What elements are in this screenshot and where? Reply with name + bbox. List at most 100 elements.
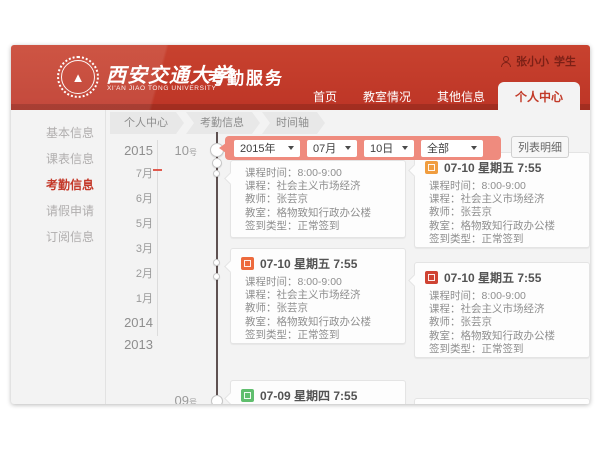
field-label: 课程时间：: [245, 167, 298, 179]
breadcrumb-timeline[interactable]: 时间轴: [262, 112, 325, 134]
field-label: 签到类型：: [245, 220, 298, 232]
field-value: 格物致知行政办公楼: [461, 220, 556, 232]
user-info[interactable]: 张小小 学生: [501, 53, 576, 69]
field-value: 格物致知行政办公楼: [277, 316, 372, 328]
attendance-card: 07-09 星期四 7:55: [230, 380, 406, 404]
timeline-node-small-1: [213, 170, 220, 177]
field-value: 正常签到: [298, 329, 340, 341]
field-value: 正常签到: [298, 220, 340, 232]
field-label: 教室：: [429, 330, 461, 342]
scale-year-2014[interactable]: 2014: [113, 315, 153, 330]
current-month-tick: [153, 169, 162, 171]
breadcrumb-personal-center[interactable]: 个人中心: [110, 112, 184, 134]
type-select-value: 全部: [427, 140, 449, 156]
day-select-value: 10日: [370, 140, 393, 156]
nav-personal-center[interactable]: 个人中心: [498, 82, 580, 110]
month-select-value: 07月: [313, 140, 336, 156]
date-scale: 2015 7月 6月 5月 3月 2月 1月 2014 2013: [113, 143, 153, 359]
day-label-10: 10号: [159, 143, 197, 158]
calendar-stamp-icon: [425, 161, 438, 174]
app-window: ▲ 西安交通大学 XI'AN JIAO TONG UNIVERSITY 考勤服务…: [11, 45, 590, 404]
university-name-en: XI'AN JIAO TONG UNIVERSITY: [107, 85, 216, 92]
card-title: 07-10 星期五 7:55: [260, 255, 357, 272]
main-nav: 首页 教室情况 其他信息 个人中心: [300, 82, 580, 110]
timeline-node-day09: [211, 395, 223, 404]
field-value: 社会主义市场经济: [277, 180, 361, 192]
breadcrumb-attendance[interactable]: 考勤信息: [186, 112, 260, 134]
scale-month-jan[interactable]: 1月: [113, 290, 153, 306]
field-value: 8:00-9:00: [482, 180, 526, 192]
calendar-stamp-icon: [425, 271, 438, 284]
field-label: 教室：: [245, 207, 277, 219]
field-label: 签到类型：: [245, 329, 298, 341]
field-label: 课程时间：: [429, 290, 482, 302]
field-value: 格物致知行政办公楼: [461, 330, 556, 342]
field-value: 社会主义市场经济: [277, 289, 361, 301]
scale-month-jul[interactable]: 7月: [113, 165, 153, 181]
scale-year-2015[interactable]: 2015: [113, 143, 153, 158]
breadcrumb: 个人中心 考勤信息 时间轴: [110, 112, 327, 134]
user-icon: [501, 56, 511, 67]
user-name: 张小小: [516, 53, 549, 69]
field-label: 教师：: [429, 206, 461, 218]
sidebar-item-subscription[interactable]: 订阅信息: [11, 224, 105, 250]
field-value: 8:00-9:00: [298, 167, 342, 179]
app-header: ▲ 西安交通大学 XI'AN JIAO TONG UNIVERSITY 考勤服务…: [11, 45, 590, 110]
card-title: 07-10 星期五 7:55: [444, 269, 541, 286]
year-select[interactable]: 2015年: [234, 140, 300, 157]
attendance-card: 07-10 星期五 7:55 课程时间：8:00-9:00 课程：社会主义市场经…: [414, 262, 590, 358]
app-title: 考勤服务: [208, 64, 284, 89]
field-label: 教师：: [429, 316, 461, 328]
sidebar-item-attendance[interactable]: 考勤信息: [11, 172, 105, 198]
scale-month-may[interactable]: 5月: [113, 215, 153, 231]
seal-glyph: ▲: [72, 71, 85, 84]
nav-other-info[interactable]: 其他信息: [424, 83, 498, 110]
timeline-node-small-3: [213, 273, 220, 280]
type-select[interactable]: 全部: [421, 140, 483, 157]
sidebar-item-timetable[interactable]: 课表信息: [11, 146, 105, 172]
attendance-card: 课程时间：8:00-9:00 课程：社会主义市场经济 教师：张芸京 教室：格物致…: [230, 160, 406, 238]
nav-home[interactable]: 首页: [300, 83, 350, 110]
year-select-value: 2015年: [240, 140, 275, 156]
day-label-09: 09号: [159, 393, 197, 404]
field-value: 8:00-9:00: [298, 276, 342, 288]
field-label: 教师：: [245, 193, 277, 205]
field-label: 课程：: [245, 289, 277, 301]
list-detail-button[interactable]: 列表明细: [511, 136, 569, 158]
scale-year-2013[interactable]: 2013: [113, 337, 153, 352]
sidebar-item-basic-info[interactable]: 基本信息: [11, 120, 105, 146]
scale-month-feb[interactable]: 2月: [113, 265, 153, 281]
field-value: 正常签到: [482, 343, 524, 355]
field-label: 课程：: [245, 180, 277, 192]
filter-bar: 2015年 07月 10日 全部: [225, 136, 501, 160]
timeline-node-medium: [212, 158, 222, 168]
field-value: 张芸京: [277, 302, 309, 314]
sidebar-item-leave-request[interactable]: 请假申请: [11, 198, 105, 224]
field-value: 张芸京: [461, 206, 493, 218]
sidebar: 基本信息 课表信息 考勤信息 请假申请 订阅信息: [11, 110, 106, 404]
field-label: 课程：: [429, 303, 461, 315]
field-label: 签到类型：: [429, 343, 482, 355]
user-role: 学生: [554, 53, 576, 69]
field-value: 正常签到: [482, 233, 524, 245]
attendance-card: 07-10 星期五 7:55 课程时间：8:00-9:00 课程：社会主义市场经…: [414, 152, 590, 248]
field-label: 教室：: [245, 316, 277, 328]
scale-month-mar[interactable]: 3月: [113, 240, 153, 256]
calendar-stamp-icon: [241, 257, 254, 270]
field-value: 社会主义市场经济: [461, 193, 545, 205]
card-title: 07-10 星期五 7:55: [444, 159, 541, 176]
month-select[interactable]: 07月: [307, 140, 357, 157]
attendance-card: 07-10 星期五 7:55 课程时间：8:00-9:00 课程：社会主义市场经…: [230, 248, 406, 344]
chevron-down-icon: [345, 146, 351, 150]
main-content: 个人中心 考勤信息 时间轴 2015 7月 6月 5月 3月 2月 1月 201…: [107, 110, 590, 404]
field-value: 社会主义市场经济: [461, 303, 545, 315]
scale-month-jun[interactable]: 6月: [113, 190, 153, 206]
field-value: 张芸京: [277, 193, 309, 205]
nav-classrooms[interactable]: 教室情况: [350, 83, 424, 110]
day-select[interactable]: 10日: [364, 140, 414, 157]
field-value: 张芸京: [461, 316, 493, 328]
chevron-down-icon: [471, 146, 477, 150]
field-label: 教室：: [429, 220, 461, 232]
card-title: 07-09 星期四 7:55: [260, 387, 357, 404]
field-value: 8:00-9:00: [482, 290, 526, 302]
